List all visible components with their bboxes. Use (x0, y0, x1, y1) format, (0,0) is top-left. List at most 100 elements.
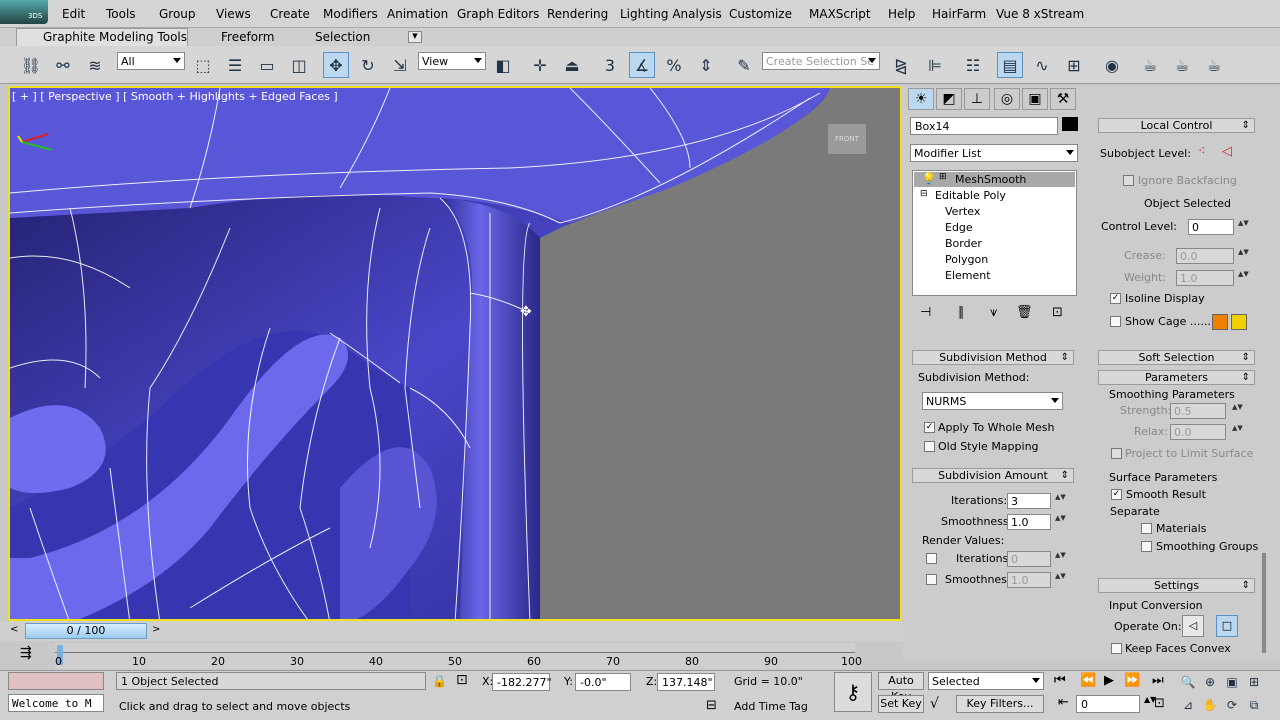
auto-key-button[interactable]: Auto Key (878, 672, 924, 703)
menu-edit[interactable]: Edit (62, 7, 85, 21)
stack-item-meshsmooth[interactable]: MeshSmooth (955, 173, 1026, 186)
object-name-field[interactable]: Box14 (910, 117, 1058, 135)
show-cage-checkbox[interactable] (1110, 316, 1121, 327)
stack-item-edge[interactable]: Edge (945, 221, 973, 234)
orbit-icon[interactable]: ⟳ (1222, 695, 1242, 715)
configure-modifier-sets-icon[interactable]: ⊡ (1052, 305, 1063, 320)
modifier-list-dropdown[interactable]: Modifier List (910, 144, 1078, 162)
relax-spinner[interactable]: 0.0 (1170, 424, 1226, 440)
schematic-view-icon[interactable]: ⊞ (1061, 52, 1087, 78)
display-tab-icon[interactable]: ▣ (1022, 88, 1048, 110)
select-by-name-icon[interactable]: ☰ (222, 52, 248, 78)
command-panel-scrollbar[interactable] (1262, 553, 1266, 653)
menu-lighting-analysis[interactable]: Lighting Analysis (620, 7, 722, 21)
edit-named-selection-icon[interactable]: ✎ (731, 52, 757, 78)
pan-view-icon[interactable]: ✋ (1200, 695, 1220, 715)
select-and-scale-icon[interactable]: ⇲ (387, 52, 413, 78)
next-frame-icon[interactable]: ⏩ (1124, 673, 1140, 688)
cage-color-swatch-2[interactable] (1231, 314, 1247, 330)
tab-selection[interactable]: Selection (315, 30, 370, 44)
materials-checkbox[interactable] (1141, 523, 1152, 534)
operate-on-polygons-icon[interactable]: □ (1216, 615, 1238, 637)
object-color-swatch[interactable] (1062, 117, 1078, 131)
rollout-local-control[interactable]: Local Control ⇕ (1098, 118, 1255, 133)
field-of-view-icon[interactable]: ⊿ (1178, 695, 1198, 715)
relax-arrows-icon[interactable]: ▲▼ (1232, 424, 1243, 440)
project-limit-surface-checkbox[interactable] (1111, 448, 1122, 459)
rollout-subdivision-amount[interactable]: Subdivision Amount ⇕ (912, 468, 1074, 483)
pivot-center-icon[interactable]: ◧ (490, 52, 516, 78)
track-bar[interactable]: 0 10 20 30 40 50 60 70 80 90 100 (55, 643, 862, 669)
menu-customize[interactable]: Customize (729, 7, 792, 21)
iterations-spinner-arrows-icon[interactable]: ▲▼ (1055, 493, 1066, 509)
weight-spinner[interactable]: 1.0 (1176, 270, 1234, 286)
stack-item-vertex[interactable]: Vertex (945, 205, 980, 218)
render-smoothness-spinner[interactable]: 1.0 (1007, 572, 1051, 588)
viewport-label[interactable]: [ + ] [ Perspective ] [ Smooth + Highlig… (12, 90, 338, 103)
menu-rendering[interactable]: Rendering (547, 7, 608, 21)
selection-filter-dropdown[interactable]: All (117, 52, 185, 70)
spinner-snap-icon[interactable]: ⇕ (693, 52, 719, 78)
rollout-soft-selection[interactable]: Soft Selection ⇕ (1098, 350, 1255, 365)
stack-item-editable-poly[interactable]: Editable Poly (935, 189, 1006, 202)
collapse-icon[interactable]: ⊟ (920, 189, 928, 199)
add-time-tag[interactable]: Add Time Tag (734, 700, 808, 713)
render-production-icon[interactable]: ☕ (1201, 52, 1227, 78)
select-object-icon[interactable]: ⬚ (190, 52, 216, 78)
mirror-icon[interactable]: ⧎ (888, 52, 914, 78)
zoom-extents-icon[interactable]: ▣ (1222, 672, 1242, 692)
stack-item-polygon[interactable]: Polygon (945, 253, 988, 266)
select-manipulate-icon[interactable]: ✛ (527, 52, 553, 78)
edge-subobject-icon[interactable]: ◁ (1222, 144, 1232, 159)
menu-vue-xstream[interactable]: Vue 8 xStream (996, 7, 1084, 21)
absolute-mode-icon[interactable]: ⊡ (456, 672, 468, 688)
named-selection-dropdown[interactable]: Create Selection Se (762, 52, 880, 70)
strength-spinner[interactable]: 0.5 (1170, 403, 1226, 419)
modify-tab-icon[interactable]: ◩ (936, 88, 962, 110)
iterations-spinner[interactable]: 3 (1007, 493, 1051, 509)
time-configuration-icon[interactable]: ⊡ (1154, 696, 1165, 711)
graphite-toggle-icon[interactable]: ▤ (997, 52, 1023, 78)
reference-coordinate-dropdown[interactable]: View (418, 52, 486, 70)
y-coordinate-field[interactable]: -0.0" (575, 673, 631, 691)
cage-color-swatch-1[interactable] (1212, 314, 1228, 330)
menu-hairfarm[interactable]: HairFarm (932, 7, 986, 21)
menu-help[interactable]: Help (888, 7, 915, 21)
select-and-link-icon[interactable]: ⛓ (18, 52, 44, 78)
old-style-mapping-checkbox[interactable] (924, 441, 935, 452)
selection-lock-icon[interactable]: 🔒 (432, 674, 447, 688)
material-editor-icon[interactable]: ◉ (1099, 52, 1125, 78)
z-coordinate-field[interactable]: 137.148" (657, 673, 715, 691)
key-mode-dropdown[interactable]: Selected (928, 672, 1044, 690)
menu-group[interactable]: Group (159, 7, 196, 21)
window-crossing-icon[interactable]: ◫ (286, 52, 312, 78)
expand-icon[interactable]: ⊞ (939, 172, 947, 182)
layer-manager-icon[interactable]: ☷ (960, 52, 986, 78)
track-bar-icon[interactable]: ⇶ (20, 645, 32, 661)
menu-views[interactable]: Views (216, 7, 251, 21)
render-setup-icon[interactable]: ☕ (1137, 52, 1163, 78)
maximize-viewport-icon[interactable]: ⧉ (1244, 695, 1264, 715)
percent-snap-icon[interactable]: % (661, 52, 687, 78)
perspective-viewport[interactable] (8, 86, 902, 621)
zoom-extents-all-icon[interactable]: ⊞ (1244, 672, 1264, 692)
stack-item-element[interactable]: Element (945, 269, 991, 282)
rollout-parameters[interactable]: Parameters ⇕ (1098, 370, 1255, 385)
render-iterations-arrows-icon[interactable]: ▲▼ (1055, 551, 1066, 567)
maxscript-mini-listener-top[interactable] (8, 672, 104, 690)
smoothness-spinner-arrows-icon[interactable]: ▲▼ (1055, 514, 1066, 530)
render-iterations-checkbox[interactable] (926, 553, 937, 564)
render-smoothness-arrows-icon[interactable]: ▲▼ (1055, 572, 1066, 588)
zoom-all-icon[interactable]: ⊕ (1200, 672, 1220, 692)
menu-create[interactable]: Create (270, 7, 310, 21)
isoline-display-checkbox[interactable]: ✓ (1110, 293, 1121, 304)
render-iterations-spinner[interactable]: 0 (1007, 551, 1051, 567)
unlink-icon[interactable]: ⚯ (50, 52, 76, 78)
maxscript-mini-listener[interactable]: Welcome to M (8, 694, 104, 712)
tab-graphite-modeling-tools[interactable]: Graphite Modeling Tools (43, 30, 187, 44)
current-frame-field[interactable]: 0 (1076, 695, 1140, 713)
keep-faces-convex-checkbox[interactable] (1111, 643, 1122, 654)
keyboard-shortcut-override-icon[interactable]: ⏏ (559, 52, 585, 78)
lightbulb-icon[interactable]: 💡 (922, 172, 936, 185)
tab-freeform[interactable]: Freeform (221, 30, 274, 44)
